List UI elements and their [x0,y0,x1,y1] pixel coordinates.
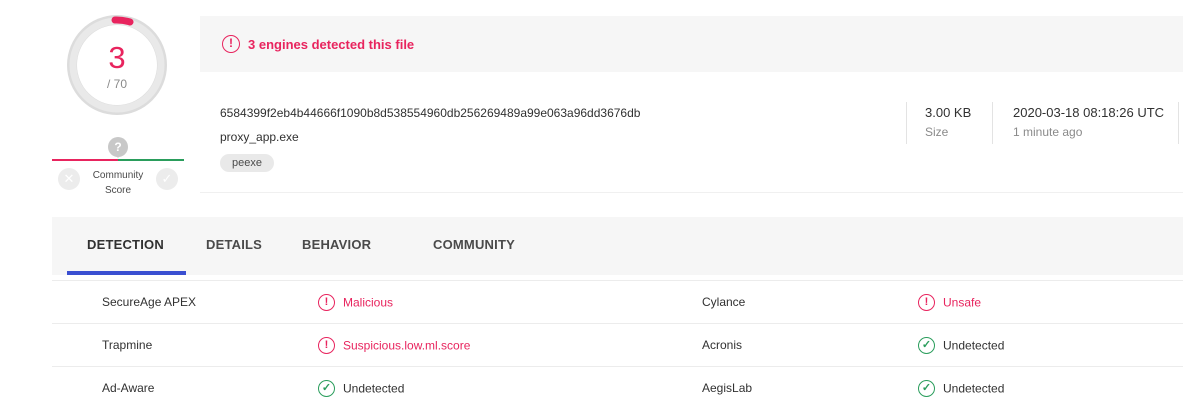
downvote-button[interactable]: ✕ [58,168,80,190]
upvote-button[interactable]: ✓ [156,168,178,190]
divider [906,102,907,144]
tab-community[interactable]: COMMUNITY [433,237,515,252]
engine-result: ✓ Undetected [918,380,1004,397]
check-circle-icon: ✓ [318,380,335,397]
engine-result: ! Suspicious.low.ml.score [318,337,470,354]
engine-result: ✓ Undetected [318,380,404,397]
engine-name: Ad-Aware [102,381,155,395]
tab-detection[interactable]: DETECTION [87,237,164,252]
tab-behavior[interactable]: BEHAVIOR [302,237,371,252]
active-tab-indicator [67,271,186,275]
detection-table: SecureAge APEX ! Malicious Cylance ! Unsaf… [52,280,1183,409]
file-info-card: 6584399f2eb4b44666f1090b8d538554960db256… [200,72,1183,193]
file-size-label: Size [925,125,949,139]
file-type-tag[interactable]: peexe [220,154,274,172]
detection-alert-banner: ! 3 engines detected this file [200,16,1183,72]
alert-icon: ! [918,294,935,311]
engine-result: ! Unsafe [918,294,981,311]
detection-score-gauge: 3 / 70 [66,14,168,116]
divider [992,102,993,144]
engine-result: ! Malicious [318,294,393,311]
scan-date-relative: 1 minute ago [1013,125,1083,139]
alert-text: 3 engines detected this file [248,37,415,52]
engine-name: Acronis [702,338,743,352]
check-circle-icon: ✓ [918,337,935,354]
engine-result: ✓ Undetected [918,337,1004,354]
community-negative-bar [52,159,118,161]
tab-details[interactable]: DETAILS [206,237,262,252]
file-name: proxy_app.exe [220,130,299,144]
divider [1178,102,1179,144]
community-score-label: Community Score [92,170,144,196]
exclamation-icon: ! [222,35,240,53]
table-row: SecureAge APEX ! Malicious Cylance ! Unsaf… [52,280,1183,323]
file-size-value: 3.00 KB [925,105,972,120]
scan-date-value: 2020-03-18 08:18:26 UTC [1013,105,1165,120]
engine-name: Trapmine [102,338,153,352]
alert-icon: ! [318,337,335,354]
table-row: Trapmine ! Suspicious.low.ml.score Acroni… [52,323,1183,366]
check-circle-icon: ✓ [918,380,935,397]
detection-count: 3 [108,40,126,75]
question-mark-icon: ? [108,137,128,158]
community-positive-bar [118,159,184,161]
engine-name: AegisLab [702,381,753,395]
close-icon: ✕ [63,171,75,186]
check-icon: ✓ [161,171,173,186]
file-hash[interactable]: 6584399f2eb4b44666f1090b8d538554960db256… [220,106,640,120]
alert-icon: ! [318,294,335,311]
table-row: Ad-Aware ✓ Undetected AegisLab ✓ Undetecte… [52,366,1183,409]
gauge-progress-arc [111,16,134,26]
engine-total: / 70 [106,77,127,91]
engine-name: Cylance [702,295,746,309]
engine-name: SecureAge APEX [102,295,197,309]
report-tabs: DETECTION DETAILS BEHAVIOR COMMUNITY [52,217,1183,275]
